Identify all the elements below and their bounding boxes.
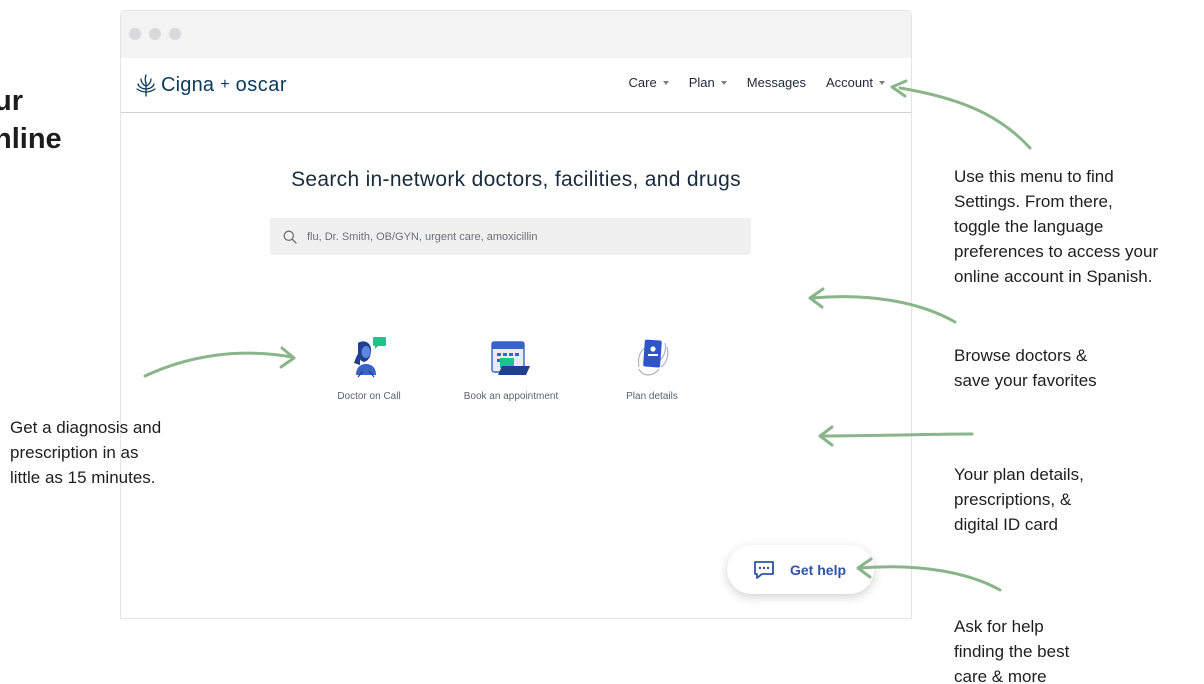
arrow-to-account-menu [898,86,1032,150]
caret-down-icon [879,80,885,85]
cigna-tree-icon [136,74,156,97]
annotation-line: Get a diagnosis and [10,418,162,437]
get-help-button[interactable]: Get help [727,545,874,594]
annotation-diagnosis: Get a diagnosis and prescription in as l… [10,415,161,490]
browser-window: Cigna + oscar Care Plan Messages Account [120,10,912,619]
window-dot-minimize[interactable] [149,28,161,40]
annotation-line: online account in Spanish. [954,267,1153,286]
tile-plan-details-label: Plan details [626,391,678,402]
logo-plus-text: + [220,76,230,93]
nav-menu: Care Plan Messages Account [629,75,885,90]
nav-care[interactable]: Care [629,75,669,90]
heading-line-2: nline [0,123,62,155]
nav-plan[interactable]: Plan [689,75,727,90]
annotation-help: Ask for help finding the best care & mor… [954,614,1069,684]
search-input[interactable] [307,230,737,243]
tile-doctor-on-call[interactable]: Doctor on Call [304,333,434,402]
annotation-plan: Your plan details, prescriptions, & digi… [954,462,1084,537]
tile-book-appointment[interactable]: Book an appointment [446,333,576,402]
annotation-line: care & more [954,667,1047,684]
search-icon [283,230,297,244]
search-box[interactable] [270,218,751,255]
nav-plan-label: Plan [688,75,715,90]
heading-line-1: ur [0,85,23,117]
annotation-line: finding the best [954,642,1070,661]
annotation-line: Ask for help [954,617,1044,636]
caret-down-icon [662,80,669,85]
annotation-browse: Browse doctors & save your favorites [954,343,1097,393]
nav-messages-label: Messages [746,75,807,90]
cigna-oscar-logo[interactable]: Cigna + oscar [133,72,287,98]
annotation-line: prescription in as [10,443,139,462]
window-dot-close[interactable] [129,28,141,40]
nav-messages[interactable]: Messages [747,75,806,90]
get-help-label: Get help [790,561,847,578]
tile-plan-details[interactable]: Plan details [587,333,717,402]
window-dot-maximize[interactable] [169,28,181,40]
doctor-chat-icon [354,337,386,378]
nav-account[interactable]: Account [826,75,885,90]
annotation-line: Use this menu to find [954,167,1114,186]
tile-doctor-on-call-label: Doctor on Call [337,391,401,402]
page: ur nline Cigna + oscar Care Plan Message… [0,0,1204,684]
annotation-line: toggle the language [954,217,1104,236]
nav-care-label: Care [628,75,657,90]
caret-down-icon [720,80,727,85]
tile-book-appointment-label: Book an appointment [463,391,559,402]
logo-oscar-text: oscar [235,73,288,96]
search-title: Search in-network doctors, facilities, a… [291,168,741,191]
annotation-line: preferences to access your [954,242,1159,261]
annotation-line: Settings. From there, [954,192,1113,211]
annotation-menu: Use this menu to find Settings. From the… [954,164,1158,289]
nav-account-label: Account [826,75,873,90]
app-navbar: Cigna + oscar Care Plan Messages Account [121,58,911,113]
logo-cigna-text: Cigna [161,73,215,96]
annotation-line: save your favorites [954,371,1097,390]
calendar-icon [491,341,530,375]
annotation-line: Your plan details, [954,465,1084,484]
chat-bubble-icon [754,560,774,579]
id-card-icon [637,339,669,376]
annotation-line: Browse doctors & [954,346,1088,365]
annotation-line: prescriptions, & [954,490,1072,509]
annotation-line: digital ID card [954,515,1058,534]
cut-off-heading: ur nline [0,82,62,158]
annotation-line: little as 15 minutes. [10,468,156,487]
browser-chrome [121,11,911,58]
